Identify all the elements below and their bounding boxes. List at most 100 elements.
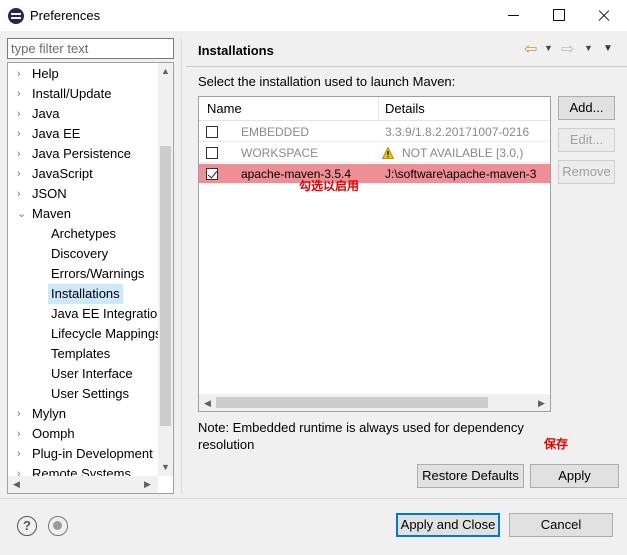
tree-item[interactable]: › JSON bbox=[17, 184, 67, 204]
tree-item[interactable]: Archetypes bbox=[51, 224, 116, 244]
table-horizontal-scrollbar[interactable]: ◀ ▶ bbox=[199, 394, 550, 411]
filter-input[interactable] bbox=[7, 38, 174, 59]
table-scroll-thumb[interactable] bbox=[216, 397, 488, 408]
row-checkbox[interactable] bbox=[206, 126, 218, 138]
annotation-check-to-enable: 勾选以启用 bbox=[299, 179, 360, 193]
tree-expand-icon[interactable]: › bbox=[17, 104, 27, 124]
tree-item-label: Mylyn bbox=[32, 406, 66, 421]
tree-item-label: Java EE bbox=[32, 126, 81, 141]
tree-expand-icon[interactable]: › bbox=[17, 144, 27, 164]
table-row[interactable]: EMBEDDED 3.3.9/1.8.2.20171007-0216 bbox=[199, 122, 550, 142]
installation-details: 3.3.9/1.8.2.20171007-0216 bbox=[385, 125, 530, 139]
preference-tree[interactable]: › Help › Install/Update › Java › Java EE › Java P… bbox=[7, 62, 174, 494]
column-header-name[interactable]: Name bbox=[207, 101, 242, 116]
table-row[interactable]: WORKSPACE NOT AVAILABLE [3.0,) bbox=[199, 143, 550, 163]
scroll-left-icon[interactable]: ◀ bbox=[204, 398, 211, 409]
scroll-right-icon[interactable]: ▶ bbox=[144, 479, 151, 490]
minimize-button[interactable] bbox=[490, 0, 536, 31]
tree-item-label: Java EE Integration bbox=[51, 306, 165, 321]
tree-item-label: Help bbox=[32, 66, 59, 81]
warning-icon bbox=[382, 147, 394, 159]
tree-item-label: Java Persistence bbox=[32, 146, 131, 161]
apply-and-close-button[interactable]: Apply and Close bbox=[396, 513, 500, 537]
window-title: Preferences bbox=[30, 8, 101, 23]
tree-item[interactable]: › Java Persistence bbox=[17, 144, 131, 164]
tree-item-label: Oomph bbox=[32, 426, 75, 441]
tree-item-label: Java bbox=[32, 106, 60, 121]
tree-item[interactable]: › Help bbox=[17, 64, 59, 84]
tree-item[interactable]: › Java EE bbox=[17, 124, 81, 144]
column-divider[interactable] bbox=[378, 97, 379, 121]
restore-defaults-button[interactable]: Restore Defaults bbox=[417, 464, 524, 488]
tree-scroll-thumb[interactable] bbox=[160, 146, 171, 426]
tree-item-label: Discovery bbox=[51, 246, 109, 261]
tree-horizontal-scrollbar[interactable]: ◀ ▶ bbox=[8, 476, 158, 493]
tree-item-label: Templates bbox=[51, 346, 111, 361]
tree-item[interactable]: Discovery bbox=[51, 244, 108, 264]
back-arrow-icon[interactable]: ⇦ bbox=[524, 39, 537, 59]
tree-expand-icon[interactable]: › bbox=[17, 444, 27, 464]
installation-name: WORKSPACE bbox=[241, 146, 319, 160]
edit-button[interactable]: Edit... bbox=[558, 128, 615, 152]
row-checkbox[interactable] bbox=[206, 147, 218, 159]
tree-item[interactable]: Lifecycle Mappings bbox=[51, 324, 162, 344]
tree-item-label: User Interface bbox=[51, 366, 133, 381]
tree-item-label: Plug-in Development bbox=[32, 446, 153, 461]
tree-expand-icon[interactable]: › bbox=[17, 164, 27, 184]
tree-item-label: JSON bbox=[32, 186, 67, 201]
row-checkbox[interactable] bbox=[206, 168, 218, 180]
note-text: Note: Embedded runtime is always used fo… bbox=[198, 420, 524, 452]
tree-item[interactable]: › JavaScript bbox=[17, 164, 93, 184]
installation-details: NOT AVAILABLE [3.0,) bbox=[402, 146, 524, 160]
tree-item-label: Errors/Warnings bbox=[51, 266, 145, 281]
forward-dropdown-icon: ▼ bbox=[584, 43, 593, 53]
table-row[interactable]: apache-maven-3.5.4 J:\software\apache-mav… bbox=[199, 164, 550, 184]
scroll-up-icon[interactable]: ▲ bbox=[161, 66, 170, 76]
apply-button[interactable]: Apply bbox=[530, 464, 619, 488]
close-button[interactable] bbox=[581, 0, 627, 31]
table-header: Name Details bbox=[199, 97, 550, 121]
tree-expand-icon[interactable]: › bbox=[17, 124, 27, 144]
scroll-right-icon[interactable]: ▶ bbox=[538, 398, 545, 409]
back-dropdown-icon[interactable]: ▼ bbox=[544, 43, 553, 53]
tree-expand-icon[interactable]: › bbox=[17, 424, 27, 444]
tree-item[interactable]: Errors/Warnings bbox=[51, 264, 144, 284]
add-button[interactable]: Add... bbox=[558, 96, 615, 120]
tree-item[interactable]: ⌄ Maven bbox=[17, 204, 72, 224]
tree-item[interactable]: › Oomph bbox=[17, 424, 75, 444]
tree-vertical-scrollbar[interactable]: ▲ ▼ bbox=[158, 63, 173, 476]
maximize-button[interactable] bbox=[536, 0, 582, 31]
remove-button[interactable]: Remove bbox=[558, 160, 615, 184]
column-header-details[interactable]: Details bbox=[385, 101, 425, 116]
tree-expand-icon[interactable]: › bbox=[17, 404, 27, 424]
forward-arrow-icon: ⇨ bbox=[561, 41, 575, 58]
tree-expand-icon[interactable]: › bbox=[17, 64, 27, 84]
installation-details: J:\software\apache-maven-3 bbox=[385, 167, 537, 181]
cancel-button[interactable]: Cancel bbox=[509, 513, 613, 537]
tree-item-label: Installations bbox=[51, 286, 120, 301]
tree-item[interactable]: Templates bbox=[51, 344, 110, 364]
page-header: Installations ⇦ ▼ ⇨ ▼ ▼ bbox=[186, 33, 627, 67]
page-description: Select the installation used to launch M… bbox=[198, 74, 456, 89]
installations-table[interactable]: Name Details EMBEDDED 3.3.9/1.8.2.2017100… bbox=[198, 96, 551, 412]
view-menu-icon[interactable]: ▼ bbox=[603, 43, 613, 54]
tree-item-label: Archetypes bbox=[51, 226, 117, 241]
tree-item[interactable]: User Settings bbox=[51, 384, 129, 404]
tree-item[interactable]: User Interface bbox=[51, 364, 133, 384]
panel-sash[interactable] bbox=[181, 38, 182, 494]
tree-item-label: Lifecycle Mappings bbox=[51, 326, 162, 341]
tree-item[interactable]: › Mylyn bbox=[17, 404, 66, 424]
tree-item[interactable]: Installations bbox=[48, 284, 123, 304]
scroll-down-icon[interactable]: ▼ bbox=[161, 462, 170, 472]
tree-item[interactable]: Java EE Integration bbox=[51, 304, 164, 324]
tree-expand-icon[interactable]: › bbox=[17, 184, 27, 204]
tree-item[interactable]: › Java bbox=[17, 104, 60, 124]
tree-item-label: Maven bbox=[32, 206, 72, 221]
tree-item[interactable]: › Install/Update bbox=[17, 84, 112, 104]
help-icon[interactable]: ? bbox=[17, 516, 37, 536]
tree-expand-icon[interactable]: › bbox=[17, 84, 27, 104]
record-icon[interactable] bbox=[48, 516, 68, 536]
tree-expand-icon[interactable]: ⌄ bbox=[17, 204, 27, 224]
scroll-left-icon[interactable]: ◀ bbox=[13, 479, 20, 490]
tree-item[interactable]: › Plug-in Development bbox=[17, 444, 153, 464]
